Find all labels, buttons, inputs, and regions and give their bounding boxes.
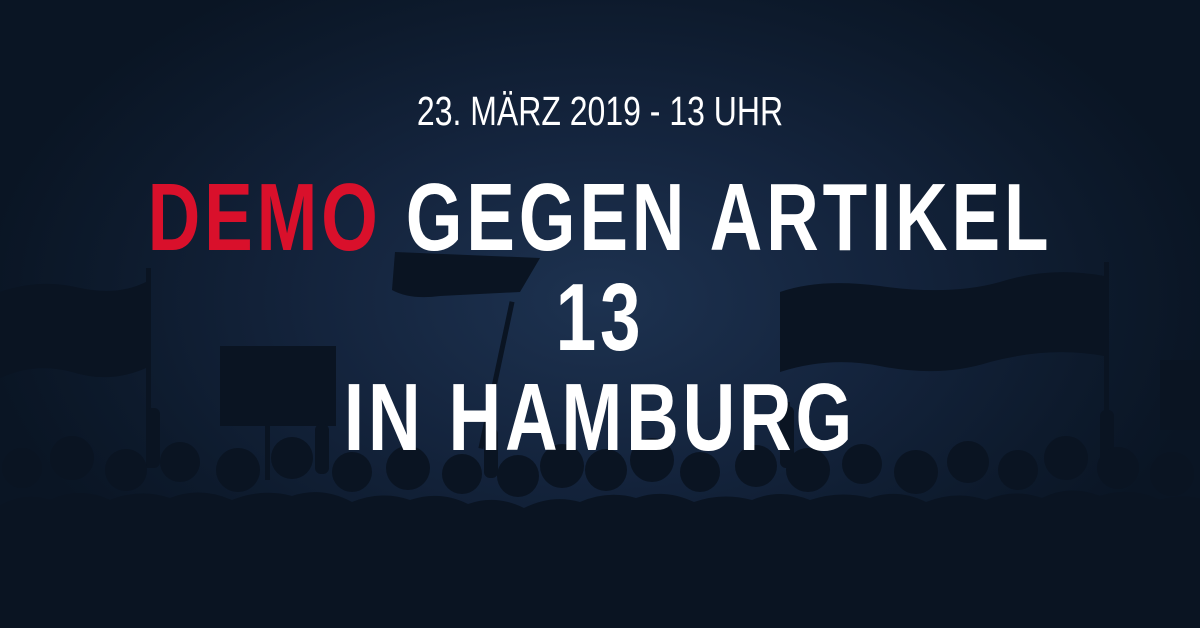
headline-line2: IN HAMBURG: [343, 364, 857, 471]
headline: DEMO GEGEN ARTIKEL 13 IN HAMBURG: [144, 168, 1056, 468]
headline-rest: GEGEN ARTIKEL 13: [405, 164, 1053, 371]
demo-banner: 23. MÄRZ 2019 - 13 UHR DEMO GEGEN ARTIKE…: [0, 0, 1200, 628]
event-date: 23. MÄRZ 2019 - 13 UHR: [416, 88, 784, 134]
headline-accent: DEMO: [147, 164, 382, 271]
